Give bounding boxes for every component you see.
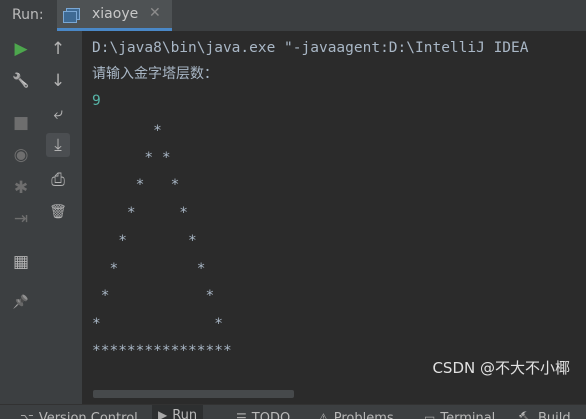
console-window-icon [66,8,80,20]
tab-build[interactable]: 🔨 Build [518,408,571,419]
pin-button[interactable]: 📌 [9,290,33,314]
arrow-up-icon: ↑ [51,39,65,59]
print-icon: ⎙ [51,170,65,190]
tab-problems[interactable]: ⚠ Problems [318,408,394,419]
camera-icon: ◉ [14,145,29,165]
pyramid-row: * * [92,147,171,169]
watermark: CSDN @不大不小椰 [432,357,570,378]
scroll-to-end-icon: ⤓ [54,135,62,155]
run-toolbar: ▶ 🔧 ■ ◉ ✱ ⇥ ▦ 📌 ↑ ↓ ⤶ ⤓ ⎙ 🗑 [0,31,82,418]
scroll-to-end-button[interactable]: ⤓ [46,133,70,157]
horizontal-scrollbar[interactable] [93,390,294,398]
run-label: Run: [12,7,44,23]
soft-wrap-button[interactable]: ⤶ [46,102,70,126]
run-icon: ▶ [158,408,167,419]
settings-button[interactable]: 🔧 [9,69,33,93]
thread-dump-button[interactable]: ◉ [9,143,33,167]
trash-icon: 🗑 [49,204,67,220]
pyramid-row: * * [92,285,214,307]
tab-label: Run [172,408,197,419]
bug-icon: ✱ [14,178,28,198]
login-icon: ⇥ [14,209,28,229]
pyramid-row: * * [92,202,188,224]
previous-occurrence-button[interactable]: ↑ [46,37,70,61]
close-icon[interactable]: ✕ [149,5,161,21]
tab-title: xiaoye [92,6,138,22]
tool-window-bar: ⌥ Version Control ▶ Run ☰ TODO ⚠ Problem… [0,404,586,419]
pin-icon: 📌 [13,295,29,310]
pyramid-row: * * [92,174,179,196]
debug-button[interactable]: ✱ [9,176,33,200]
stop-button[interactable]: ■ [9,111,33,135]
run-tab-xiaoye[interactable]: xiaoye ✕ [57,0,172,31]
run-tool-header: Run: xiaoye ✕ [0,0,586,32]
pyramid-row: * * [92,313,223,335]
pyramid-base-row: **************** [92,340,232,362]
tab-run[interactable]: ▶ Run [152,405,203,419]
layout-button[interactable]: ▦ [9,250,33,274]
stop-icon: ■ [13,113,29,133]
pyramid-row: * * [92,258,206,280]
user-input: 9 [92,90,101,112]
restore-layout-button[interactable]: ⇥ [9,207,33,231]
tab-terminal[interactable]: ▭ Terminal [424,408,495,419]
arrow-down-icon: ↓ [51,71,65,91]
command-line: D:\java8\bin\java.exe "-javaagent:D:\Int… [92,37,529,59]
clear-all-button[interactable]: 🗑 [46,200,70,224]
layout-icon: ▦ [13,252,29,272]
pyramid-row: * * [92,230,197,252]
prompt-text: 请输入金字塔层数： [92,63,218,85]
pyramid-row: * [92,120,162,142]
next-occurrence-button[interactable]: ↓ [46,69,70,93]
tab-version-control[interactable]: ⌥ Version Control [20,408,138,419]
rerun-icon: ▶ [14,39,27,59]
wrench-icon: 🔧 [12,73,29,89]
print-button[interactable]: ⎙ [46,168,70,192]
tab-todo[interactable]: ☰ TODO [236,408,290,419]
rerun-button[interactable]: ▶ [9,37,33,61]
soft-wrap-icon: ⤶ [53,104,63,124]
